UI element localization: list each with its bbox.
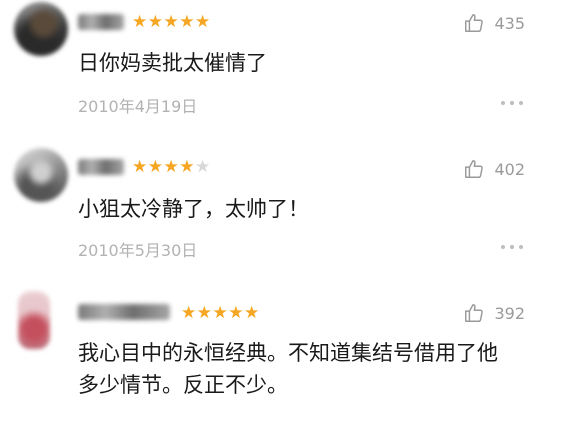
star-filled-icon: ★ bbox=[163, 157, 180, 177]
star-filled-icon: ★ bbox=[195, 12, 211, 32]
star-empty-icon: ★ bbox=[195, 157, 211, 177]
star-filled-icon: ★ bbox=[212, 303, 229, 323]
star-rating: ★★★★★ bbox=[132, 12, 211, 32]
comment-text: 日你妈卖批太催情了 bbox=[78, 51, 267, 75]
like-button[interactable]: 435 bbox=[463, 12, 525, 34]
comment-item: ★★★★★ 392 我心目中的永恒经典。不知道集结号借用了他多少情节。反正不少。 bbox=[0, 275, 569, 421]
star-filled-icon: ★ bbox=[132, 157, 148, 177]
avatar[interactable] bbox=[14, 148, 68, 202]
comment-date: 2010年5月30日 bbox=[78, 241, 198, 260]
star-filled-icon: ★ bbox=[179, 12, 195, 32]
comment-item: ★★★★★ 435 日你妈卖批太催情了 2010年4月19日 bbox=[0, 0, 569, 135]
like-button[interactable]: 392 bbox=[463, 302, 525, 324]
star-filled-icon: ★ bbox=[132, 12, 148, 32]
avatar[interactable] bbox=[14, 2, 68, 56]
star-filled-icon: ★ bbox=[181, 303, 197, 323]
username-blurred[interactable] bbox=[78, 159, 124, 175]
star-filled-icon: ★ bbox=[147, 157, 164, 177]
avatar[interactable] bbox=[18, 291, 50, 349]
star-filled-icon: ★ bbox=[244, 303, 260, 323]
thumbs-up-icon bbox=[465, 304, 484, 322]
star-filled-icon: ★ bbox=[228, 303, 244, 323]
like-count: 435 bbox=[494, 13, 525, 33]
username-blurred[interactable] bbox=[78, 304, 170, 320]
like-count: 392 bbox=[494, 303, 525, 323]
username-blurred[interactable] bbox=[78, 14, 124, 30]
like-button[interactable]: 402 bbox=[463, 158, 525, 180]
star-filled-icon: ★ bbox=[163, 12, 180, 32]
comment-item: ★★★★★ 402 小狙太冷静了，太帅了！ 2010年5月30日 bbox=[0, 135, 569, 275]
comment-date: 2010年4月19日 bbox=[78, 97, 198, 116]
thumbs-up-icon bbox=[465, 14, 484, 32]
star-filled-icon: ★ bbox=[196, 303, 213, 323]
star-filled-icon: ★ bbox=[147, 12, 164, 32]
more-dots-icon[interactable] bbox=[501, 100, 523, 106]
star-rating: ★★★★★ bbox=[181, 303, 260, 323]
comment-text: 我心目中的永恒经典。不知道集结号借用了他多少情节。反正不少。 bbox=[78, 341, 498, 397]
star-filled-icon: ★ bbox=[179, 157, 195, 177]
thumbs-up-icon bbox=[465, 160, 484, 178]
comment-text: 小狙太冷静了，太帅了！ bbox=[78, 197, 309, 221]
more-dots-icon[interactable] bbox=[501, 244, 523, 250]
like-count: 402 bbox=[494, 159, 525, 179]
star-rating: ★★★★★ bbox=[132, 157, 211, 177]
